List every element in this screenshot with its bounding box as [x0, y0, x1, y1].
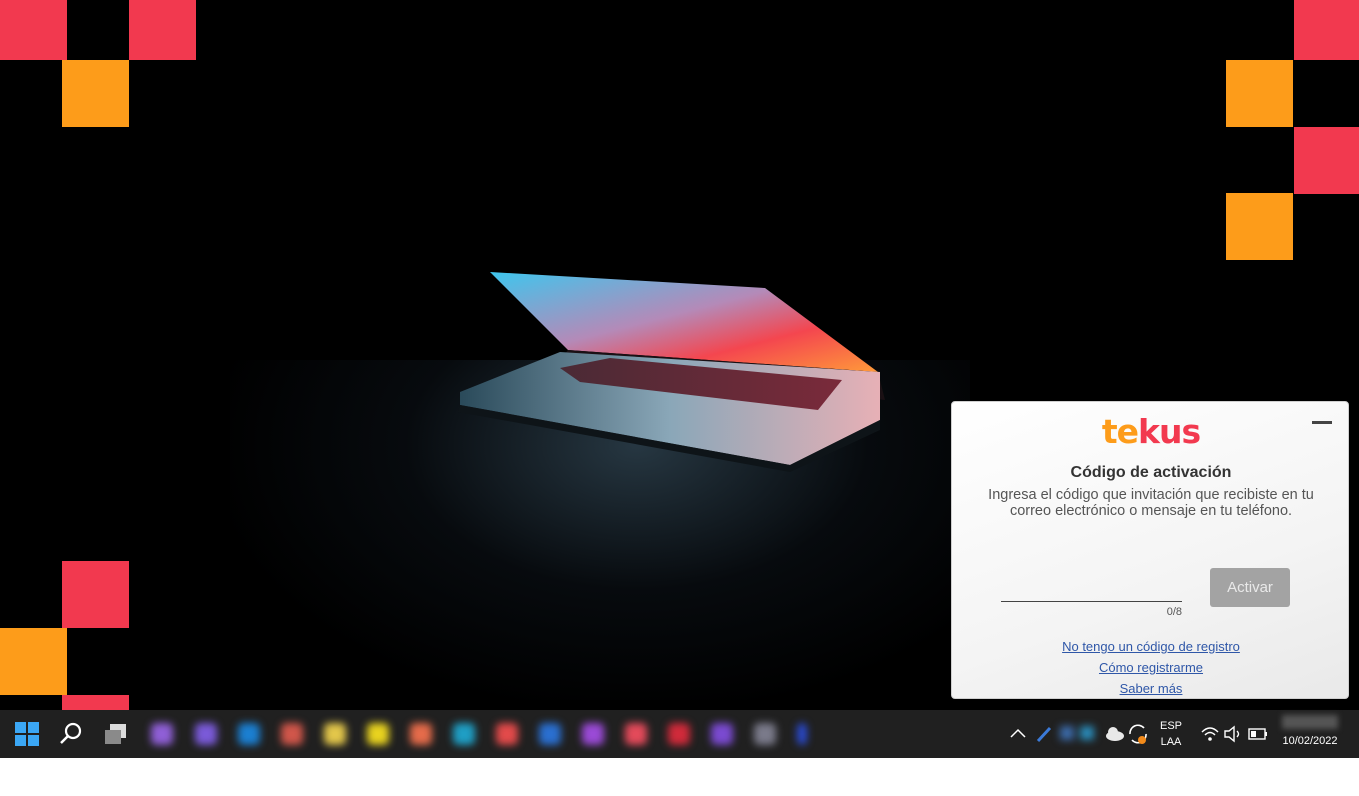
date-text: 10/02/2022 [1282, 735, 1338, 747]
dialog-title: Código de activación [1070, 464, 1232, 481]
how-to-register-link[interactable]: Cómo registrarme [952, 660, 1350, 675]
windows-logo-icon[interactable] [13, 720, 41, 748]
search-icon[interactable] [57, 720, 85, 748]
screen: tekus Código de activación Ingresa el có… [0, 0, 1359, 758]
time-blurred [1282, 715, 1338, 729]
dialog-description: Ingresa el código que invitación que rec… [988, 487, 1314, 519]
pinned-apps-blurred[interactable] [145, 710, 910, 758]
tray-icons-blurred[interactable] [1056, 718, 1100, 750]
activation-dialog: tekus Código de activación Ingresa el có… [951, 401, 1349, 699]
tekus-logo: tekus [1101, 412, 1201, 451]
learn-more-link[interactable]: Saber más [952, 681, 1350, 696]
task-view-icon[interactable] [102, 720, 130, 748]
pen-icon[interactable] [1030, 720, 1058, 748]
language-indicator[interactable]: ESP LAA [1155, 720, 1187, 748]
character-counter: 0/8 [1166, 606, 1182, 618]
chevron-up-icon[interactable] [1004, 720, 1032, 748]
no-code-link[interactable]: No tengo un código de registro [952, 639, 1350, 654]
taskbar: ESP LAA 10/02/2022 [0, 710, 1359, 758]
clock[interactable]: 10/02/2022 [1278, 715, 1342, 747]
activate-button[interactable]: Activar [1210, 568, 1290, 607]
desktop-wallpaper: tekus Código de activación Ingresa el có… [0, 0, 1359, 710]
sync-icon[interactable] [1124, 720, 1152, 748]
battery-icon[interactable] [1243, 720, 1271, 748]
activation-code-input[interactable] [1001, 577, 1182, 602]
